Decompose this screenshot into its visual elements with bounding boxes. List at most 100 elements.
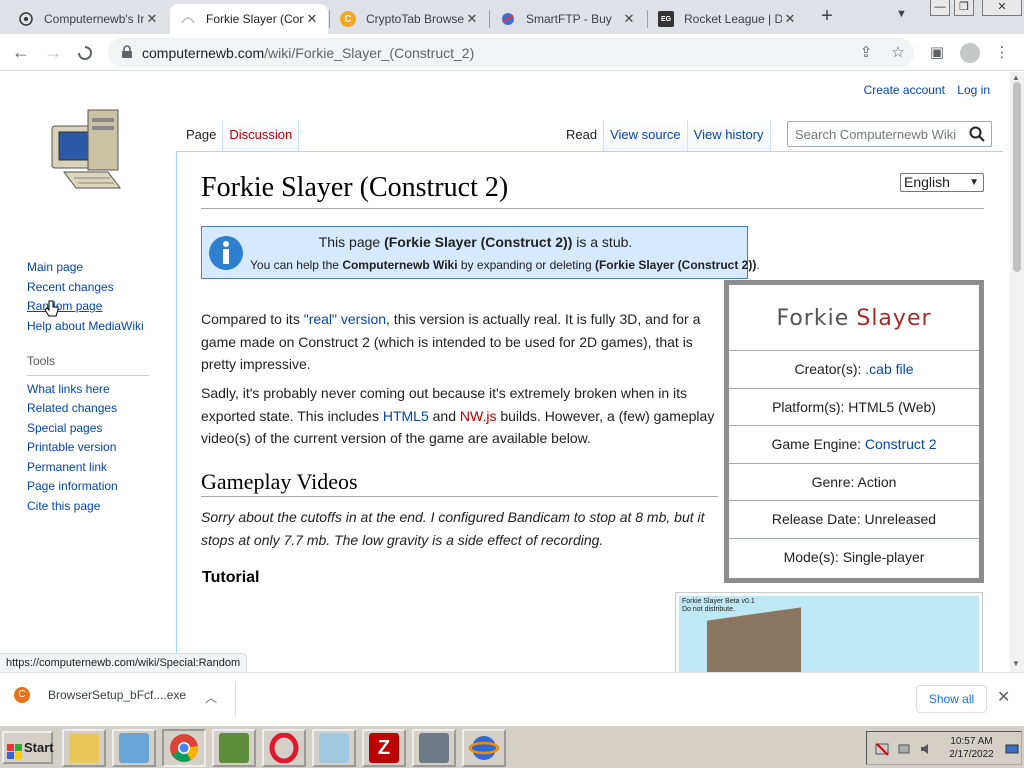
creator-link[interactable]: .cab file	[865, 361, 913, 377]
tab-page[interactable]: Page	[180, 120, 224, 151]
close-window-icon[interactable]: ✕	[982, 0, 1022, 16]
wiki-logo-computer-icon[interactable]	[50, 108, 130, 194]
clock[interactable]: 10:57 AM 2/17/2022	[944, 735, 999, 761]
profile-avatar-icon[interactable]	[960, 43, 980, 63]
reload-stop-icon[interactable]	[73, 41, 97, 65]
html5-link[interactable]: HTML5	[383, 408, 429, 424]
omnibox[interactable]: computernewb.com/wiki/Forkie_Slayer_(Con…	[108, 38, 914, 67]
security-alert-icon[interactable]	[875, 742, 889, 756]
network-tool-icon[interactable]	[412, 729, 456, 767]
infobox-engine: Game Engine: Construct 2	[729, 426, 979, 464]
cryptotab-icon: C	[340, 11, 356, 27]
sidebar-item-printable-version[interactable]: Printable version	[27, 438, 149, 458]
minecraft-icon[interactable]	[212, 729, 256, 767]
log-in-link[interactable]: Log in	[957, 83, 990, 97]
volume-icon[interactable]	[919, 742, 933, 756]
sidebar-item-recent-changes[interactable]: Recent changes	[27, 278, 149, 298]
tab-divider	[329, 10, 330, 28]
sidebar-item-main-page[interactable]: Main page	[27, 258, 149, 278]
language-select[interactable]: English ▼	[900, 173, 984, 192]
share-icon[interactable]: ⇪	[856, 43, 876, 63]
clock-time: 10:57 AM	[950, 736, 993, 747]
real-version-link[interactable]: "real" version	[304, 311, 386, 327]
search-placeholder: Search Computernewb Wiki	[795, 127, 957, 142]
engine-link[interactable]: Construct 2	[865, 436, 937, 452]
tab-discussion[interactable]: Discussion	[223, 120, 300, 151]
wiki-page: Create account Log in Main page Recent c…	[0, 72, 1010, 672]
sidebar-item-permanent-link[interactable]: Permanent link	[27, 458, 149, 478]
stub-notice: This page (Forkie Slayer (Construct 2)) …	[201, 226, 760, 279]
tab-forkie-slayer[interactable]: Forkie Slayer (Cons ✕	[170, 4, 328, 34]
close-tab-icon[interactable]: ✕	[782, 11, 798, 27]
tab-title: SmartFTP - Buy	[526, 12, 612, 26]
view-history-link[interactable]: View history	[694, 127, 764, 142]
sidebar-item-page-information[interactable]: Page information	[27, 477, 149, 497]
close-tab-icon[interactable]: ✕	[464, 11, 480, 27]
chevron-up-icon[interactable]: ︿	[205, 689, 217, 706]
tab-view-history[interactable]: View history	[687, 120, 771, 151]
side-panel-icon[interactable]: ▣	[927, 43, 947, 63]
paragraph-text: Compared to its	[201, 311, 304, 327]
close-download-shelf-icon[interactable]: ✕	[997, 687, 1010, 707]
close-tab-icon[interactable]: ✕	[144, 11, 160, 27]
tab-search-chevron-icon[interactable]: ▼	[896, 8, 907, 20]
network-icon[interactable]	[897, 742, 911, 756]
back-arrow-icon[interactable]: ←	[9, 41, 33, 65]
lock-icon[interactable]	[120, 45, 134, 59]
logo-word-slayer: Slayer	[856, 306, 932, 331]
discussion-link[interactable]: Discussion	[229, 127, 292, 142]
page-scrollbar[interactable]: ▲ ▼	[1010, 72, 1024, 672]
show-desktop-icon[interactable]	[1005, 742, 1019, 756]
browser-globe-icon[interactable]	[462, 729, 506, 767]
scroll-down-icon[interactable]: ▼	[1012, 659, 1020, 668]
opera-icon[interactable]	[262, 729, 306, 767]
minimize-icon[interactable]: —	[930, 0, 950, 16]
close-tab-icon[interactable]: ✕	[621, 11, 637, 27]
scroll-up-icon[interactable]: ▲	[1012, 73, 1020, 82]
scrollbar-thumb[interactable]	[1013, 82, 1021, 272]
start-button[interactable]: Start	[2, 731, 54, 764]
stub-page-name: (Forkie Slayer (Construct 2))	[594, 258, 757, 272]
wiki-search-input[interactable]: Search Computernewb Wiki	[787, 121, 992, 147]
screenshot-wall	[707, 607, 801, 672]
namespace-tabs: Page Discussion	[180, 120, 300, 151]
maximize-icon[interactable]: ❐	[954, 0, 974, 16]
logo-word-forkie: Forkie	[776, 306, 850, 331]
sidebar-item-related-changes[interactable]: Related changes	[27, 399, 149, 419]
infobox-creator: Creator(s): .cab file	[729, 351, 979, 389]
language-value: English	[904, 174, 950, 190]
sidebar-item-special-pages[interactable]: Special pages	[27, 419, 149, 439]
chrome-icon[interactable]	[162, 729, 206, 767]
nwjs-link[interactable]: NW.js	[460, 408, 497, 424]
tab-view-source[interactable]: View source	[604, 120, 688, 151]
close-tab-icon[interactable]: ✕	[304, 11, 320, 27]
search-icon[interactable]	[969, 126, 985, 142]
tab-cryptotab[interactable]: C CryptoTab Browser ✕	[330, 4, 488, 34]
sidebar-item-what-links-here[interactable]: What links here	[27, 380, 149, 400]
tab-rocket-league[interactable]: EG Rocket League | Do ✕	[648, 4, 806, 34]
tab-computernewb[interactable]: Computernewb's In ✕	[8, 4, 168, 34]
create-account-link[interactable]: Create account	[864, 83, 945, 97]
game-screenshot-thumbnail[interactable]: Forkie Slayer Beta v0.1 Do not distribute…	[675, 592, 983, 672]
tab-smartftp[interactable]: SmartFTP - Buy ✕	[490, 4, 645, 34]
filezilla-icon[interactable]: Z	[362, 729, 406, 767]
show-all-button[interactable]: Show all	[916, 685, 987, 713]
tools-heading: Tools	[27, 352, 149, 376]
url-text[interactable]: computernewb.com/wiki/Forkie_Slayer_(Con…	[142, 45, 474, 61]
tab-read[interactable]: Read	[560, 120, 605, 151]
file-manager-icon[interactable]	[62, 729, 106, 767]
media-player-icon[interactable]	[112, 729, 156, 767]
start-label: Start	[24, 740, 54, 755]
chrome-menu-icon[interactable]: ⋮	[992, 43, 1012, 63]
notepad-icon[interactable]	[312, 729, 356, 767]
paragraph-intro: Compared to its "real" version, this ver…	[201, 308, 721, 376]
download-item[interactable]: C BrowserSetup_bFcf....exe	[14, 687, 186, 703]
sidebar-item-cite-this-page[interactable]: Cite this page	[27, 497, 149, 517]
tab-title: Computernewb's In	[44, 12, 144, 26]
forward-arrow-icon[interactable]: →	[41, 41, 65, 65]
new-tab-button[interactable]: +	[816, 6, 838, 28]
bookmark-star-icon[interactable]: ☆	[888, 43, 908, 63]
windows-flag-icon	[7, 740, 22, 759]
view-source-link[interactable]: View source	[610, 127, 681, 142]
section-heading-gameplay-videos: Gameplay Videos	[201, 469, 358, 494]
